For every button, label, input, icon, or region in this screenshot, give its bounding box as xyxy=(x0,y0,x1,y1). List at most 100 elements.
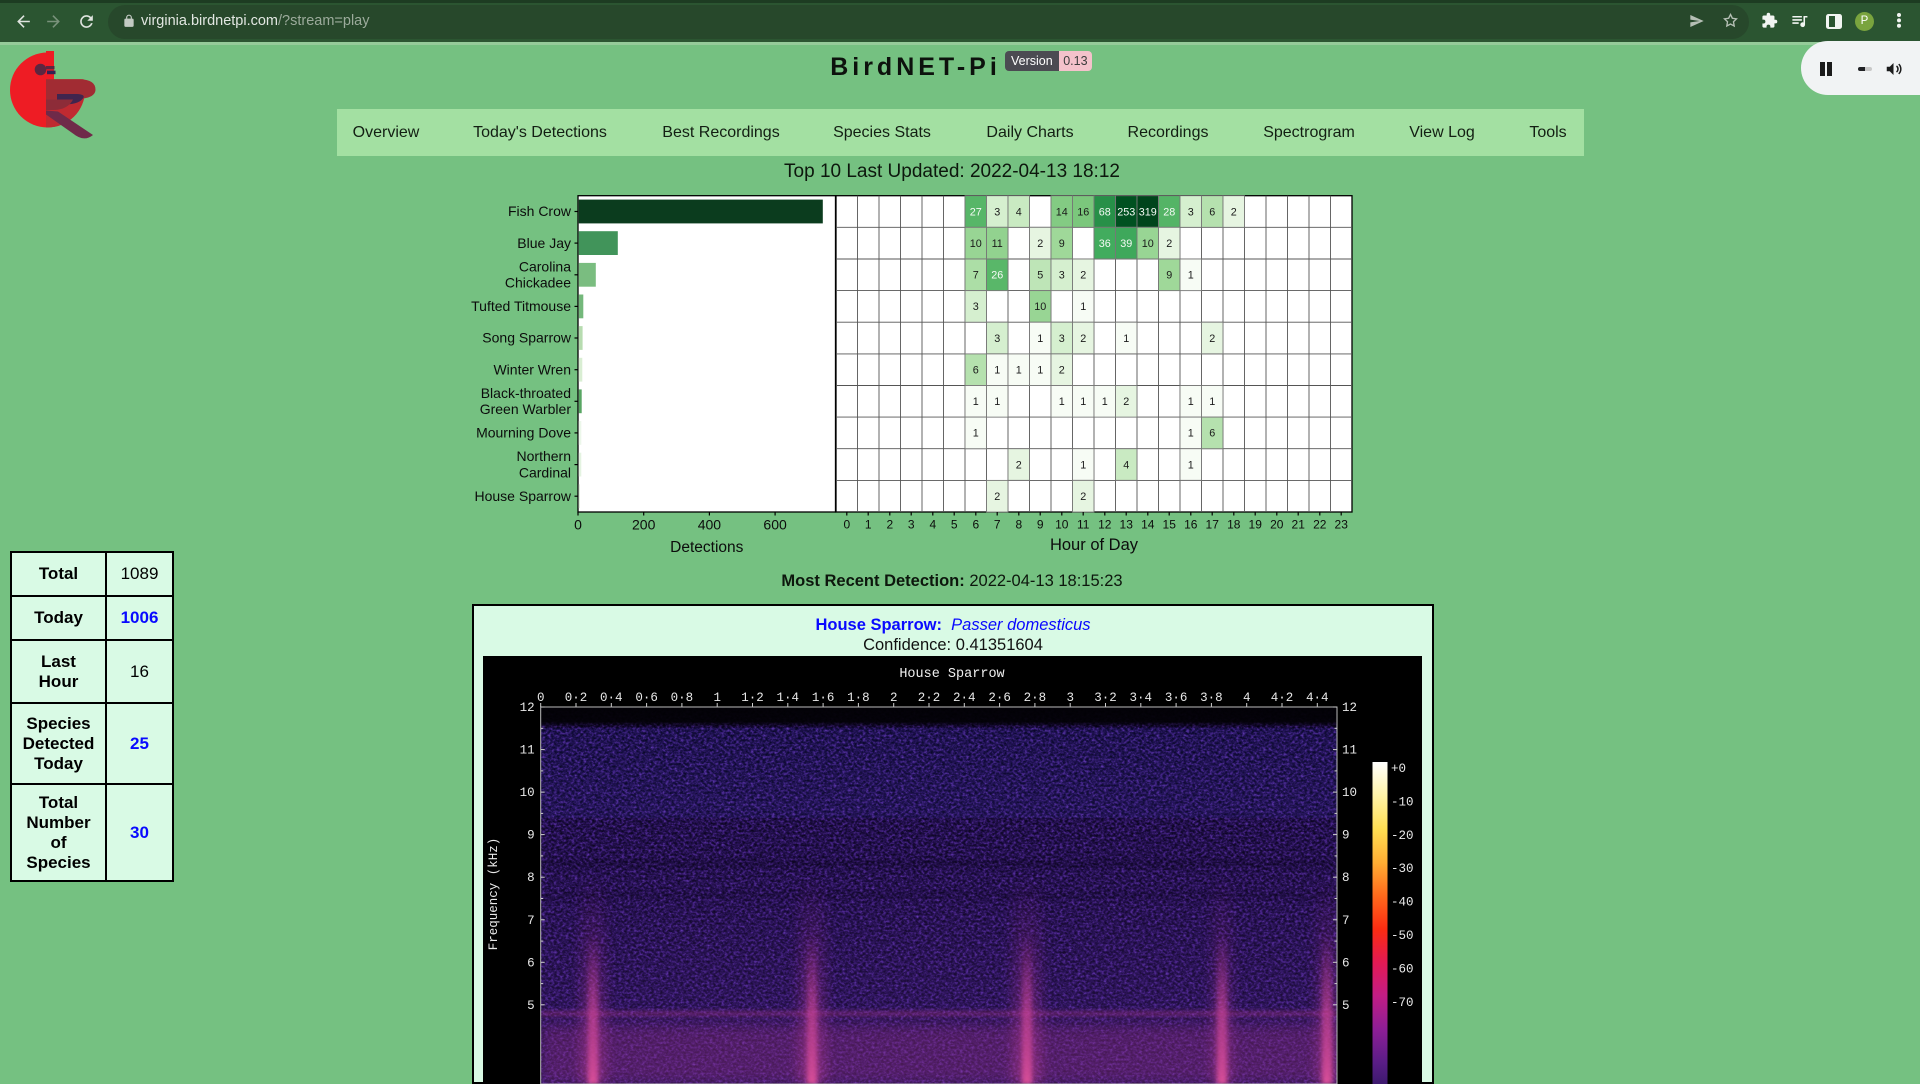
svg-text:-20: -20 xyxy=(1391,829,1414,843)
svg-text:0·6: 0·6 xyxy=(635,691,658,705)
svg-text:4: 4 xyxy=(1123,459,1129,471)
svg-text:4: 4 xyxy=(929,518,936,532)
svg-text:13: 13 xyxy=(1120,518,1134,532)
svg-text:1·6: 1·6 xyxy=(812,691,835,705)
svg-text:2: 2 xyxy=(1123,396,1129,408)
svg-text:-60: -60 xyxy=(1391,962,1414,976)
svg-text:8: 8 xyxy=(1015,518,1022,532)
svg-text:4: 4 xyxy=(1243,691,1251,705)
svg-text:1: 1 xyxy=(994,396,1000,408)
svg-text:Green Warbler: Green Warbler xyxy=(480,401,572,417)
svg-text:6: 6 xyxy=(1209,428,1215,440)
svg-text:1: 1 xyxy=(1080,459,1086,471)
svg-text:1: 1 xyxy=(1037,333,1043,345)
svg-text:Winter Wren: Winter Wren xyxy=(493,361,571,377)
svg-text:5: 5 xyxy=(951,518,958,532)
svg-text:1: 1 xyxy=(1080,301,1086,313)
svg-text:1·8: 1·8 xyxy=(847,691,870,705)
svg-text:5: 5 xyxy=(527,999,535,1013)
svg-text:Song Sparrow: Song Sparrow xyxy=(482,330,572,346)
svg-text:Northern: Northern xyxy=(517,448,571,464)
svg-text:1: 1 xyxy=(1016,365,1022,377)
svg-text:Frequency (kHz): Frequency (kHz) xyxy=(487,838,501,951)
svg-text:8: 8 xyxy=(1342,871,1350,885)
svg-text:9: 9 xyxy=(1342,829,1350,843)
svg-text:7: 7 xyxy=(994,518,1001,532)
svg-text:3: 3 xyxy=(973,301,979,313)
svg-text:Cardinal: Cardinal xyxy=(519,464,571,480)
svg-text:1·2: 1·2 xyxy=(741,691,764,705)
svg-text:9: 9 xyxy=(1037,518,1044,532)
svg-text:1: 1 xyxy=(1188,270,1194,282)
svg-text:Tufted Titmouse: Tufted Titmouse xyxy=(471,298,571,314)
svg-text:17: 17 xyxy=(1206,518,1220,532)
svg-text:400: 400 xyxy=(698,517,722,533)
svg-text:0: 0 xyxy=(843,518,850,532)
svg-text:6: 6 xyxy=(527,956,535,970)
svg-text:11: 11 xyxy=(1342,744,1357,758)
svg-text:9: 9 xyxy=(1059,238,1065,250)
svg-text:2·4: 2·4 xyxy=(953,691,976,705)
svg-text:-70: -70 xyxy=(1391,996,1414,1010)
svg-text:1: 1 xyxy=(1188,428,1194,440)
svg-text:3·2: 3·2 xyxy=(1094,691,1117,705)
svg-text:0·2: 0·2 xyxy=(565,691,588,705)
svg-text:1: 1 xyxy=(1188,459,1194,471)
svg-text:21: 21 xyxy=(1292,518,1306,532)
svg-text:1: 1 xyxy=(1209,396,1215,408)
svg-text:0·4: 0·4 xyxy=(600,691,623,705)
svg-text:2·6: 2·6 xyxy=(988,691,1011,705)
svg-text:2: 2 xyxy=(1231,206,1237,218)
svg-text:11: 11 xyxy=(1077,518,1090,532)
svg-text:1: 1 xyxy=(1102,396,1108,408)
svg-text:4·2: 4·2 xyxy=(1271,691,1294,705)
svg-text:6: 6 xyxy=(1209,206,1215,218)
svg-text:3·8: 3·8 xyxy=(1200,691,1223,705)
svg-text:2: 2 xyxy=(1080,270,1086,282)
svg-text:12: 12 xyxy=(520,701,535,715)
svg-text:1: 1 xyxy=(1059,396,1065,408)
svg-text:0: 0 xyxy=(574,517,582,533)
svg-text:2: 2 xyxy=(994,491,1000,503)
svg-text:House Sparrow: House Sparrow xyxy=(899,667,1004,682)
svg-text:Mourning Dove: Mourning Dove xyxy=(476,425,571,441)
svg-text:3: 3 xyxy=(994,206,1000,218)
svg-text:Chickadee: Chickadee xyxy=(505,275,571,291)
svg-text:Detections: Detections xyxy=(670,539,743,556)
svg-text:3: 3 xyxy=(1066,691,1074,705)
svg-text:7: 7 xyxy=(1342,914,1350,928)
svg-text:39: 39 xyxy=(1120,238,1132,250)
svg-text:Hour of Day: Hour of Day xyxy=(1050,536,1139,554)
svg-text:2: 2 xyxy=(1080,491,1086,503)
svg-text:2: 2 xyxy=(1059,365,1065,377)
svg-text:10: 10 xyxy=(520,786,535,800)
svg-text:8: 8 xyxy=(527,871,535,885)
svg-text:2: 2 xyxy=(1016,459,1022,471)
svg-text:14: 14 xyxy=(1141,518,1155,532)
svg-text:+0: +0 xyxy=(1391,762,1406,776)
svg-text:House Sparrow: House Sparrow xyxy=(475,488,572,504)
svg-text:12: 12 xyxy=(1342,701,1357,715)
svg-text:1: 1 xyxy=(865,518,872,532)
svg-text:1·4: 1·4 xyxy=(777,691,800,705)
svg-text:10: 10 xyxy=(970,238,982,250)
svg-text:20: 20 xyxy=(1270,518,1284,532)
svg-text:1: 1 xyxy=(1188,396,1194,408)
svg-text:12: 12 xyxy=(1098,518,1112,532)
svg-text:19: 19 xyxy=(1249,518,1263,532)
svg-text:10: 10 xyxy=(1342,786,1357,800)
svg-text:1: 1 xyxy=(1080,396,1086,408)
svg-text:3: 3 xyxy=(1059,333,1065,345)
svg-text:14: 14 xyxy=(1056,206,1068,218)
svg-text:10: 10 xyxy=(1034,301,1046,313)
svg-text:2: 2 xyxy=(1166,238,1172,250)
svg-text:27: 27 xyxy=(970,206,982,218)
svg-text:0: 0 xyxy=(537,691,545,705)
svg-text:9: 9 xyxy=(527,829,535,843)
svg-text:10: 10 xyxy=(1142,238,1154,250)
svg-text:4: 4 xyxy=(1016,206,1022,218)
svg-text:3·4: 3·4 xyxy=(1130,691,1153,705)
svg-text:-50: -50 xyxy=(1391,929,1414,943)
svg-text:1: 1 xyxy=(1037,365,1043,377)
svg-text:3: 3 xyxy=(908,518,915,532)
